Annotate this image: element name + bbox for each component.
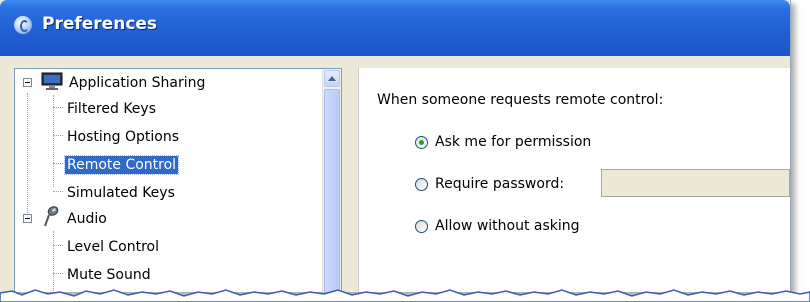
tree-item-label: Simulated Keys xyxy=(67,185,175,201)
tree-connector xyxy=(27,93,28,219)
radio-button[interactable] xyxy=(415,219,428,233)
remote-control-prompt: When someone requests remote control: xyxy=(377,92,664,108)
title-bar[interactable]: Preferences xyxy=(0,0,790,56)
tree-connector xyxy=(53,245,63,246)
tree-item-mute-sound[interactable]: Mute Sound xyxy=(65,263,153,287)
tree-connector xyxy=(53,135,63,136)
tree-item-label: Audio xyxy=(67,211,107,227)
option-ask-permission[interactable]: Ask me for permission xyxy=(415,134,591,150)
tree-item-label: Mute Sound xyxy=(67,267,151,283)
collapse-toggle-application-sharing[interactable] xyxy=(23,78,32,87)
splitter[interactable] xyxy=(351,68,357,292)
password-field[interactable] xyxy=(601,169,790,197)
radio-button[interactable] xyxy=(415,135,428,149)
tree-connector xyxy=(53,107,63,108)
torn-edge-decoration xyxy=(0,289,810,302)
tree-item-label: Application Sharing xyxy=(69,75,206,91)
app-logo-icon xyxy=(14,16,32,34)
tree-connector xyxy=(53,231,54,292)
tree-item-hosting-options[interactable]: Hosting Options xyxy=(65,125,181,149)
option-label: Ask me for permission xyxy=(435,134,592,150)
option-label: Require password: xyxy=(435,176,565,192)
tree-item-audio[interactable]: Audio xyxy=(65,207,109,231)
tree-item-label: Remote Control xyxy=(63,155,180,175)
tree-connector xyxy=(53,273,63,274)
preferences-tree: Application Sharing Filtered Keys Hostin… xyxy=(14,68,342,292)
microphone-icon xyxy=(44,206,59,227)
preferences-window: Preferences Application Sharing Filtered… xyxy=(0,0,791,292)
tree-item-simulated-keys[interactable]: Simulated Keys xyxy=(65,181,177,205)
tree-connector xyxy=(53,191,63,192)
radio-button[interactable] xyxy=(415,177,428,191)
option-require-password[interactable]: Require password: xyxy=(415,176,564,192)
tree-connector xyxy=(53,95,54,187)
client-area: Application Sharing Filtered Keys Hostin… xyxy=(6,56,790,292)
tree-item-label: Hosting Options xyxy=(67,129,179,145)
scroll-thumb[interactable] xyxy=(324,89,340,292)
tree-item-remote-control[interactable]: Remote Control xyxy=(63,153,180,177)
collapse-toggle-audio[interactable] xyxy=(23,214,32,223)
option-label: Allow without asking xyxy=(435,218,580,234)
option-allow-without-asking[interactable]: Allow without asking xyxy=(415,218,580,234)
tree-item-label: Level Control xyxy=(67,239,160,255)
tree-item-level-control[interactable]: Level Control xyxy=(65,235,161,259)
remote-control-panel: When someone requests remote control: As… xyxy=(358,68,790,292)
tree-item-application-sharing[interactable]: Application Sharing xyxy=(67,71,207,95)
tree-connector xyxy=(53,163,63,164)
monitor-icon xyxy=(41,72,63,90)
tree-scrollbar[interactable] xyxy=(322,69,341,292)
tree-item-filtered-keys[interactable]: Filtered Keys xyxy=(65,97,158,121)
window-title: Preferences xyxy=(42,14,158,34)
tree-item-label: Filtered Keys xyxy=(67,101,156,117)
scroll-up-button[interactable] xyxy=(324,70,340,87)
